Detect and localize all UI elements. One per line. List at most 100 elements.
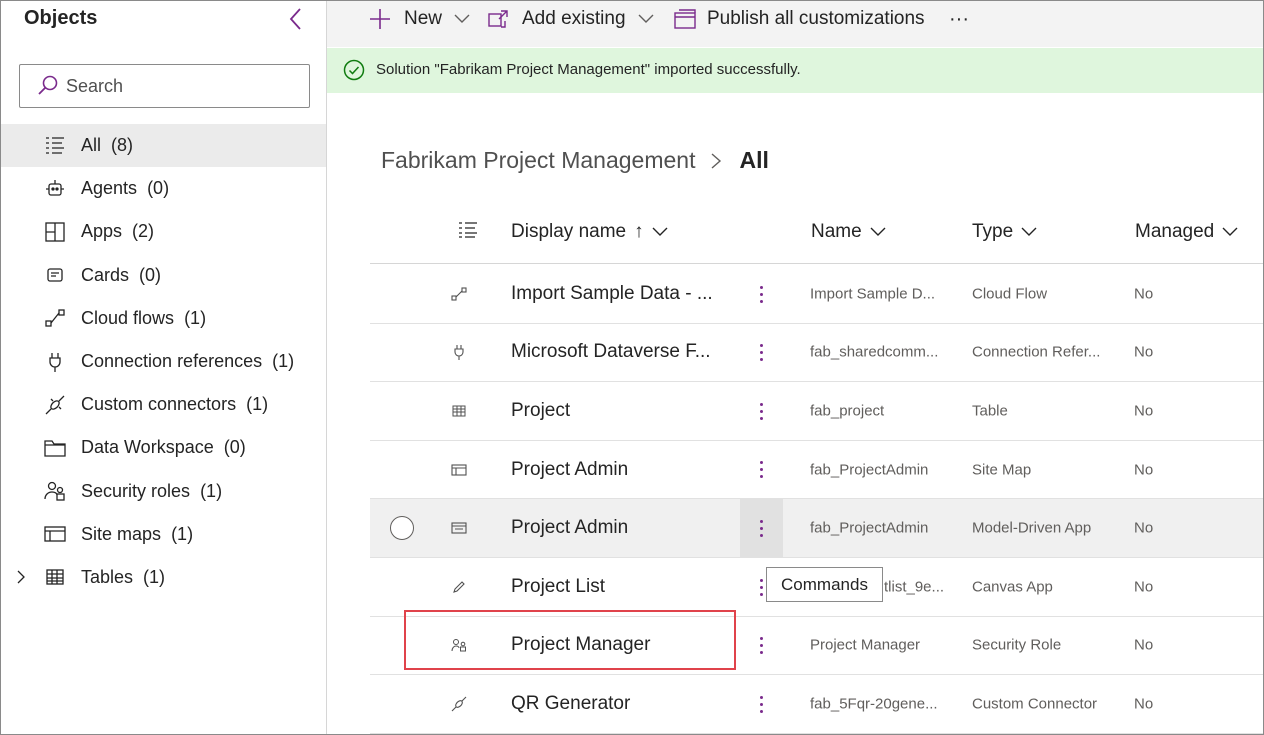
table-row[interactable]: Import Sample Data - ... Import Sample D…	[370, 265, 1263, 324]
folder-icon	[43, 437, 67, 459]
sidebar-item-cloud-flows[interactable]: Cloud flows (1)	[1, 297, 326, 340]
row-name: fab_5Fqr-20gene...	[810, 695, 938, 713]
pen-icon	[450, 578, 468, 596]
row-display-name[interactable]: Import Sample Data - ...	[511, 283, 713, 305]
table-icon	[43, 566, 67, 588]
row-type: Table	[972, 402, 1008, 420]
table-row[interactable]: Microsoft Dataverse F... fab_sharedcomm.…	[370, 324, 1263, 383]
row-display-name[interactable]: Project	[511, 400, 570, 422]
table-row[interactable]: Project fab_project Table No	[370, 382, 1263, 441]
row-display-name[interactable]: Microsoft Dataverse F...	[511, 341, 711, 363]
sidebar-item-custom-connectors[interactable]: Custom connectors (1)	[1, 383, 326, 426]
row-more-button[interactable]	[740, 441, 783, 499]
sidebar-item-count: (1)	[143, 566, 166, 587]
column-label: Name	[811, 221, 862, 242]
model-app-icon	[450, 519, 468, 537]
sidebar-item-label: Connection references	[81, 351, 263, 372]
sidebar-item-count: (8)	[111, 135, 134, 156]
sidebar-item-label: Cloud flows	[81, 307, 175, 328]
sidebar-item-tables[interactable]: Tables (1)	[1, 556, 326, 599]
column-header-type[interactable]: Type	[972, 221, 1037, 243]
sidebar-item-label: Security roles	[81, 480, 191, 501]
row-display-name[interactable]: Project List	[511, 576, 605, 598]
row-display-name[interactable]: Project Admin	[511, 517, 628, 539]
row-more-button[interactable]	[740, 617, 783, 675]
apps-icon	[43, 221, 67, 243]
table-row[interactable]: Project Admin fab_ProjectAdmin Site Map …	[370, 441, 1263, 500]
search-box[interactable]	[19, 64, 310, 108]
collapse-sidebar-button[interactable]	[286, 7, 306, 31]
row-display-name[interactable]: QR Generator	[511, 693, 630, 715]
row-display-name[interactable]: Project Manager	[511, 634, 650, 656]
column-chooser-icon[interactable]	[450, 221, 478, 239]
chevron-left-icon	[289, 8, 301, 30]
row-type: Security Role	[972, 636, 1062, 654]
table-row[interactable]: QR Generator fab_5Fqr-20gene... Custom C…	[370, 675, 1263, 734]
more-vertical-icon	[760, 578, 763, 596]
sort-ascending-icon: ↑	[634, 221, 644, 242]
column-label: Type	[972, 221, 1014, 242]
row-name: Project Manager	[810, 636, 921, 654]
row-managed: No	[1134, 343, 1154, 361]
sidebar-item-count: (1)	[272, 351, 295, 372]
sidebar-item-security-roles[interactable]: Security roles (1)	[1, 470, 326, 513]
row-select-radio[interactable]	[390, 516, 414, 541]
sidebar-item-cards[interactable]: Cards (0)	[1, 254, 326, 297]
sidebar-item-count: (1)	[171, 523, 194, 544]
more-vertical-icon	[760, 695, 763, 713]
sidebar-item-site-maps[interactable]: Site maps (1)	[1, 513, 326, 556]
sidebar-item-label: Site maps	[81, 523, 162, 544]
more-vertical-icon	[760, 637, 763, 655]
sidebar-item-count: (0)	[147, 178, 170, 199]
row-display-name[interactable]: Project Admin	[511, 459, 628, 481]
chevron-right-icon[interactable]	[13, 569, 29, 585]
chevron-down-icon	[1222, 227, 1238, 236]
sidebar-item-count: (0)	[139, 264, 162, 285]
column-header-display-name[interactable]: Display name ↑	[511, 221, 668, 243]
sidebar-item-count: (1)	[246, 394, 269, 415]
column-label: Display name	[511, 221, 627, 242]
sidebar-title: Objects	[24, 7, 98, 29]
sidebar-item-count: (1)	[200, 480, 223, 501]
row-more-button[interactable]	[740, 265, 783, 323]
sidebar-item-label: All	[81, 135, 102, 156]
sidebar-item-count: (1)	[184, 307, 207, 328]
row-name: tlist_9e...	[884, 578, 945, 596]
row-managed: No	[1134, 285, 1154, 303]
row-more-button[interactable]	[740, 499, 783, 558]
flow-icon	[450, 285, 468, 303]
row-type: Model-Driven App	[972, 519, 1092, 537]
sidebar-item-label: Tables	[81, 566, 134, 587]
more-vertical-icon	[760, 344, 763, 362]
search-input[interactable]	[66, 75, 296, 97]
plug-icon	[43, 351, 67, 373]
sidebar-item-count: (2)	[132, 221, 155, 242]
table-icon	[450, 402, 468, 420]
column-header-name[interactable]: Name	[811, 221, 886, 243]
card-icon	[43, 264, 67, 286]
table-row[interactable]: Project Admin fab_ProjectAdmin Model-Dri…	[370, 499, 1263, 558]
sidebar-item-apps[interactable]: Apps (2)	[1, 210, 326, 253]
column-header-managed[interactable]: Managed	[1135, 221, 1238, 243]
row-managed: No	[1134, 695, 1154, 713]
sidebar-item-all[interactable]: All (8)	[1, 124, 326, 168]
flow-icon	[43, 307, 67, 329]
sidebar-item-label: Agents	[81, 178, 138, 199]
row-type: Cloud Flow	[972, 285, 1048, 303]
row-more-button[interactable]	[740, 675, 783, 733]
column-label: Managed	[1135, 221, 1215, 242]
commands-tooltip: Commands	[766, 567, 883, 602]
table-row[interactable]: Project Manager Project Manager Security…	[370, 617, 1263, 676]
objects-grid: Display name ↑ Name Type Managed Import …	[327, 1, 1263, 734]
more-vertical-icon	[760, 519, 763, 537]
sidebar-item-agents[interactable]: Agents (0)	[1, 167, 326, 210]
chevron-down-icon	[1021, 227, 1037, 236]
sidebar-item-connection-references[interactable]: Connection references (1)	[1, 340, 326, 383]
row-name: fab_ProjectAdmin	[810, 461, 929, 479]
row-more-button[interactable]	[740, 382, 783, 440]
plug-icon	[450, 343, 468, 361]
row-more-button[interactable]	[740, 324, 783, 382]
row-name: fab_sharedcomm...	[810, 343, 939, 361]
connector-icon	[43, 394, 67, 416]
sidebar-item-data-workspace[interactable]: Data Workspace (0)	[1, 426, 326, 469]
